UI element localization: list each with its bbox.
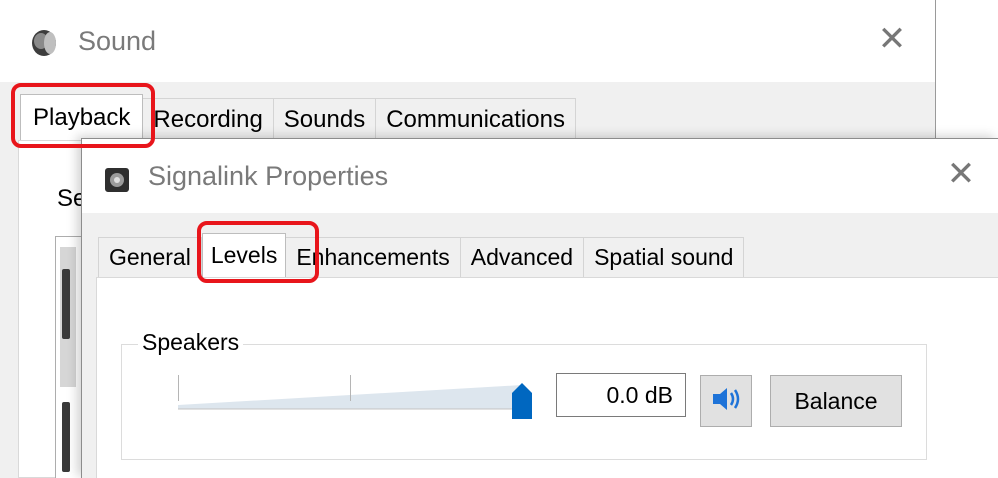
speakers-volume-slider[interactable] [178, 375, 532, 419]
tab-recording[interactable]: Recording [143, 98, 274, 140]
levels-tab-panel: Speakers 0.0 dB Balance [96, 277, 998, 478]
device-icon-a [62, 269, 70, 339]
tab-advanced[interactable]: Advanced [460, 237, 585, 277]
properties-tab-strip: General Levels Enhancements Advanced Spa… [98, 233, 745, 277]
slider-track [178, 385, 522, 410]
tab-communications[interactable]: Communications [376, 98, 576, 140]
volume-icon [711, 386, 741, 417]
tab-spatial-sound[interactable]: Spatial sound [584, 237, 745, 277]
properties-close-icon[interactable]: ✕ [944, 157, 978, 191]
balance-button[interactable]: Balance [770, 375, 902, 427]
device-icon [104, 167, 130, 193]
slider-thumb[interactable] [512, 383, 532, 419]
speakers-group: Speakers 0.0 dB Balance [121, 329, 927, 460]
speaker-icon [28, 28, 64, 58]
slider-tick [350, 375, 351, 401]
sound-tab-strip: Playback Recording Sounds Communications [20, 94, 576, 140]
sound-window-title: Sound [78, 26, 157, 56]
tab-general[interactable]: General [98, 237, 202, 277]
sound-close-icon[interactable]: ✕ [875, 22, 909, 56]
sound-titlebar: Sound ✕ [0, 0, 935, 82]
properties-title: Signalink Properties [148, 161, 389, 191]
mute-button[interactable] [700, 375, 752, 427]
volume-db-field[interactable]: 0.0 dB [556, 373, 686, 417]
tab-enhancements[interactable]: Enhancements [286, 237, 461, 277]
speakers-group-label: Speakers [138, 329, 244, 356]
signalink-properties-dialog: Signalink Properties ✕ General Levels En… [81, 138, 998, 478]
tab-sounds[interactable]: Sounds [273, 98, 377, 140]
properties-titlebar: Signalink Properties ✕ [82, 139, 998, 213]
device-icon-b [62, 402, 70, 472]
tab-playback[interactable]: Playback [20, 94, 144, 140]
tab-levels[interactable]: Levels [201, 233, 287, 277]
slider-tick [178, 375, 179, 401]
